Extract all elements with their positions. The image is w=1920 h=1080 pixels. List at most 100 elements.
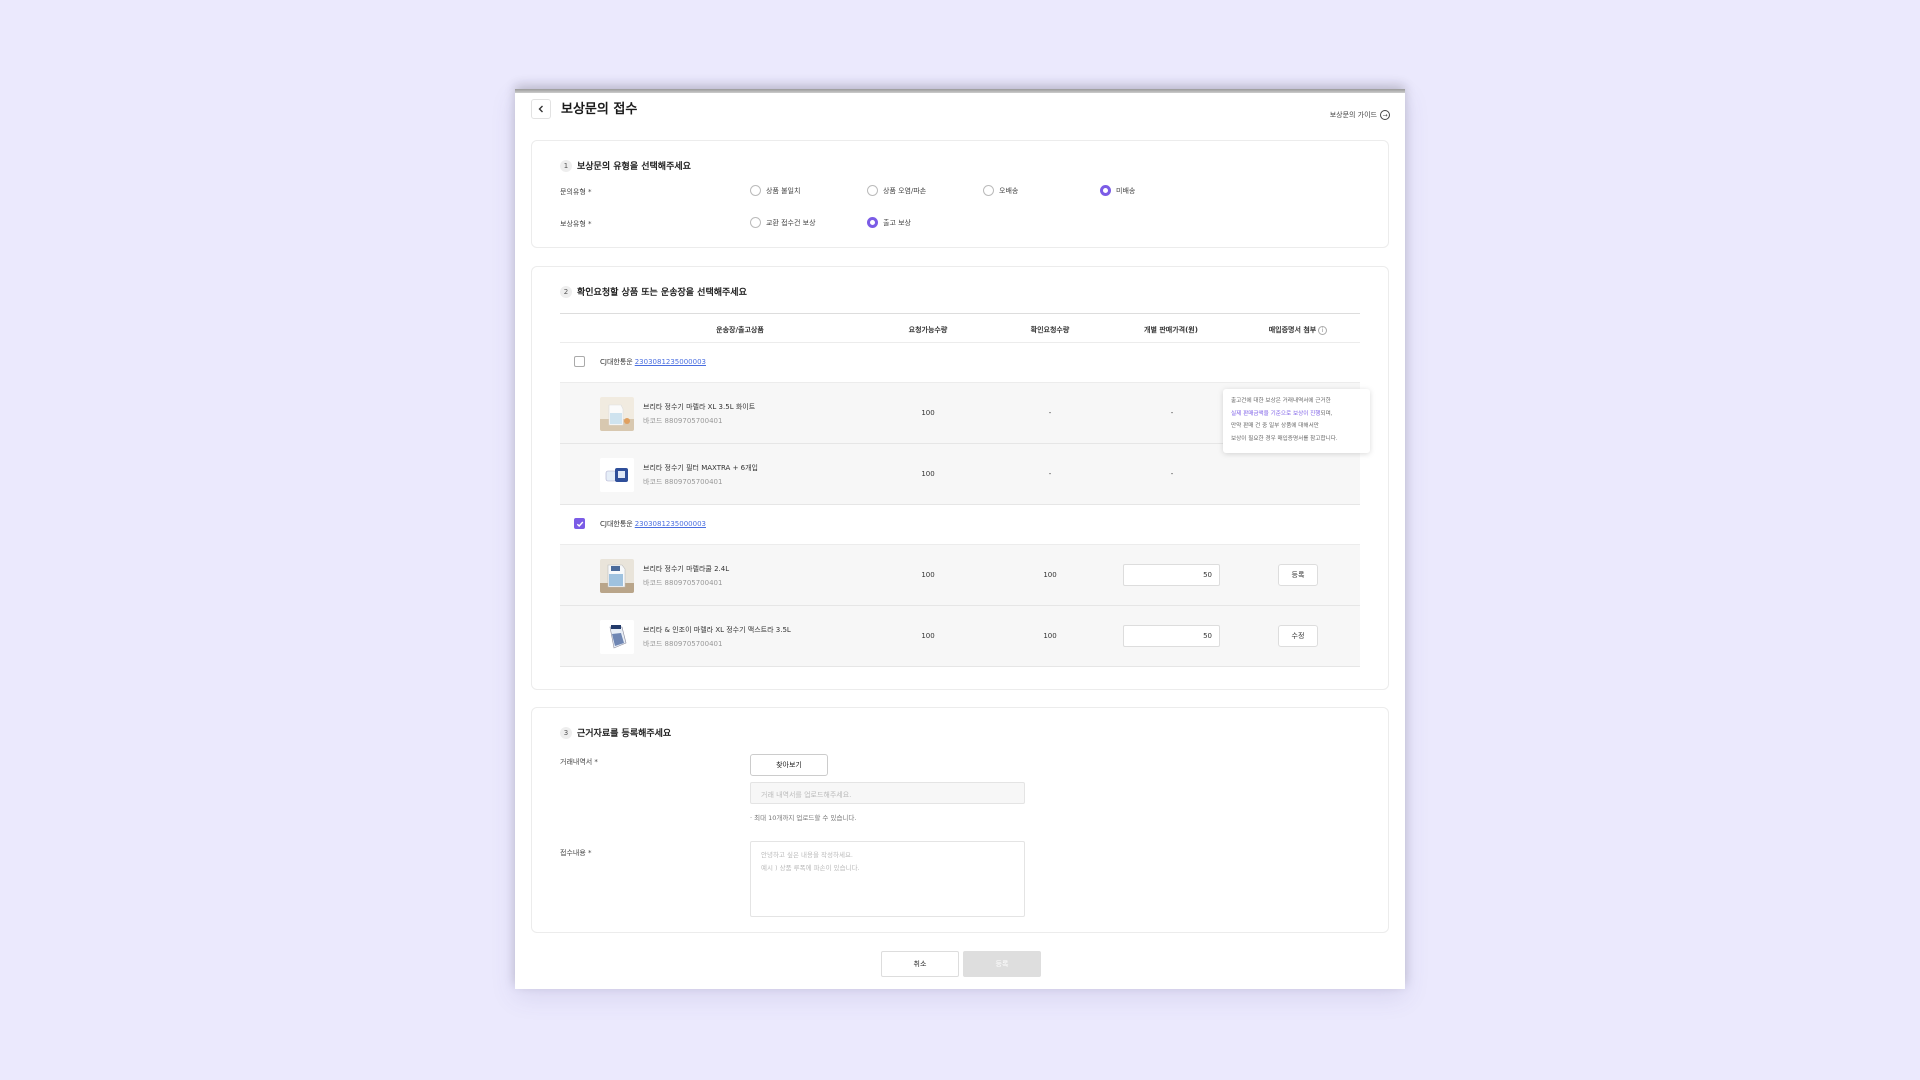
carrier-name: CJ대한통운 (600, 520, 633, 528)
carrier-info: CJ대한통운 2303081235000003 (600, 357, 706, 367)
tooltip-text: 되며, (1320, 410, 1333, 417)
section-title: 3 근거자료를 등록해주세요 (560, 726, 671, 739)
info-icon[interactable]: i (1318, 325, 1328, 335)
column-header: 요청가능수량 (908, 326, 948, 334)
unit-price-input[interactable]: 50 (1123, 625, 1220, 647)
radio-shipment-compensation[interactable]: 출고 보상 (867, 217, 911, 228)
filter-pack-image (600, 458, 634, 492)
back-button[interactable] (531, 99, 551, 119)
cancel-button[interactable]: 취소 (881, 951, 959, 977)
radio-damaged[interactable]: 상품 오염/파손 (867, 185, 926, 196)
radio-circle (983, 185, 994, 196)
table-header: 운송장/출고상품 요청가능수량 확인요청수량 개별 판매가격(원) 매입증명서 … (560, 313, 1360, 343)
radio-mismatch[interactable]: 상품 불일치 (750, 185, 800, 196)
product-row: 브리타 & 인조이 마렐라 XL 정수기 맥스트라 3.5L 바코드 88097… (560, 606, 1360, 667)
product-name: 브리타 정수기 마렐라쿨 2.4L (643, 565, 730, 573)
radio-label: 출고 보상 (883, 218, 911, 227)
find-file-button[interactable]: 찾아보기 (750, 754, 828, 776)
product-thumbnail (600, 397, 634, 431)
section-title: 1 보상문의 유형을 선택해주세요 (560, 159, 691, 172)
product-thumbnail (600, 559, 634, 593)
file-upload-field[interactable]: 거래 내역서를 업로드해주세요. (750, 782, 1025, 804)
radio-undelivered[interactable]: 미배송 (1100, 185, 1135, 196)
radio-exchange-compensation[interactable]: 교환 접수건 보상 (750, 217, 816, 228)
product-barcode: 바코드 8809705700401 (643, 478, 723, 486)
tooltip-highlight: 실제 판매금액을 기준으로 보상이 진행 (1231, 410, 1321, 417)
arrow-circle-icon: → (1380, 110, 1390, 120)
column-header: 개별 판매가격(원) (1144, 326, 1198, 334)
product-row: 브리타 정수기 마렐라쿨 2.4L 바코드 8809705700401 100 … (560, 545, 1360, 606)
radio-misdelivery[interactable]: 오배송 (983, 185, 1018, 196)
tracking-link[interactable]: 2303081235000003 (635, 520, 706, 528)
water-pitcher-image (600, 397, 634, 431)
section-title: 2 확인요청할 상품 또는 운송장을 선택해주세요 (560, 285, 747, 298)
radio-circle-selected (1100, 185, 1111, 196)
section-number: 3 (560, 726, 572, 739)
product-name: 브리타 정수기 필터 MAXTRA + 6개입 (643, 464, 758, 472)
section-number: 1 (560, 159, 572, 172)
page-title: 보상문의 접수 (561, 102, 638, 117)
requested-qty: 100 (1043, 571, 1057, 579)
radio-circle (750, 217, 761, 228)
available-qty: 100 (921, 571, 935, 579)
section-title-text: 확인요청할 상품 또는 운송장을 선택해주세요 (577, 288, 747, 298)
carrier-info: CJ대한통운 2303081235000003 (600, 519, 706, 529)
carrier-name: CJ대한통운 (600, 358, 633, 366)
content-textarea[interactable]: 안녕하고 싶은 내용을 작성하세요. 예시 ) 상품 루폭에 파손이 있습니다. (750, 841, 1025, 917)
requested-qty: 100 (1043, 632, 1057, 640)
radio-label: 오배송 (999, 186, 1019, 195)
product-barcode: 바코드 8809705700401 (643, 579, 723, 587)
section-title-text: 보상문의 유형을 선택해주세요 (577, 162, 691, 172)
unit-price: - (1170, 470, 1174, 478)
tooltip-line: 보상이 필요한 경우 매입증명서를 참고합니다. (1231, 435, 1338, 442)
available-qty: 100 (921, 470, 935, 478)
compensation-type-label: 보상유형 * (560, 220, 592, 228)
window-topbar (515, 89, 1405, 93)
radio-label: 교환 접수건 보상 (766, 218, 816, 227)
column-header-proof: 매입증명서 첨부 i (1248, 325, 1348, 335)
radio-circle-selected (867, 217, 878, 228)
statement-label: 거래내역서 * (560, 758, 598, 766)
register-proof-button[interactable]: 등록 (1278, 564, 1318, 586)
shipment-checkbox-checked[interactable] (574, 518, 585, 529)
radio-circle (750, 185, 761, 196)
column-header: 운송장/출고상품 (716, 326, 764, 334)
section-number: 2 (560, 285, 572, 298)
product-name: 브리타 정수기 마렐라 XL 3.5L 화이트 (643, 403, 756, 411)
radio-label: 상품 불일치 (766, 186, 801, 195)
section-title-text: 근거자료를 등록해주세요 (577, 729, 672, 739)
unit-price-input[interactable]: 50 (1123, 564, 1220, 586)
product-barcode: 바코드 8809705700401 (643, 417, 723, 425)
water-pitcher-image (600, 559, 634, 593)
product-name: 브리타 & 인조이 마렐라 XL 정수기 맥스트라 3.5L (643, 626, 791, 634)
water-pitcher-image (600, 620, 634, 654)
section-products: 2 확인요청할 상품 또는 운송장을 선택해주세요 운송장/출고상품 요청가능수… (531, 266, 1389, 690)
submit-button[interactable]: 등록 (963, 951, 1041, 977)
content-label: 접수내용 * (560, 849, 592, 857)
shipment-group-row: CJ대한통운 2303081235000003 (560, 505, 1360, 545)
edit-proof-button[interactable]: 수정 (1278, 625, 1318, 647)
radio-label: 미배송 (1116, 186, 1136, 195)
requested-qty: - (1048, 409, 1052, 417)
check-icon (576, 521, 583, 527)
available-qty: 100 (921, 409, 935, 417)
tooltip-line: 출고건에 대한 보상은 거래내역서에 근거한 (1231, 398, 1331, 404)
guide-link-label: 보상문의 가이드 (1329, 111, 1377, 119)
proof-info-tooltip: 출고건에 대한 보상은 거래내역서에 근거한 실제 판매금액을 기준으로 보상이… (1223, 389, 1370, 453)
product-row: 브리타 정수기 필터 MAXTRA + 6개입 바코드 880970570040… (560, 444, 1360, 505)
tracking-link[interactable]: 2303081235000003 (635, 358, 706, 366)
column-header-label: 매입증명서 첨부 (1268, 326, 1317, 334)
tooltip-line: 만약 판매 건 중 일부 상품에 대해서만 (1231, 423, 1319, 429)
shipment-checkbox[interactable] (574, 356, 585, 367)
unit-price: - (1170, 409, 1174, 417)
upload-hint: · 최대 10개까지 업로드할 수 있습니다. (750, 814, 857, 822)
product-thumbnail (600, 458, 634, 492)
guide-link[interactable]: 보상문의 가이드 → (1330, 110, 1390, 120)
column-header: 확인요청수량 (1030, 326, 1070, 334)
tooltip-line: 실제 판매금액을 기준으로 보상이 진행되며, (1231, 408, 1362, 421)
shipment-group-row: CJ대한통운 2303081235000003 (560, 343, 1360, 383)
product-barcode: 바코드 8809705700401 (643, 640, 723, 648)
chevron-left-icon (538, 105, 543, 113)
available-qty: 100 (921, 632, 935, 640)
section-evidence: 3 근거자료를 등록해주세요 거래내역서 * 찾아보기 거래 내역서를 업로드해… (531, 707, 1389, 933)
